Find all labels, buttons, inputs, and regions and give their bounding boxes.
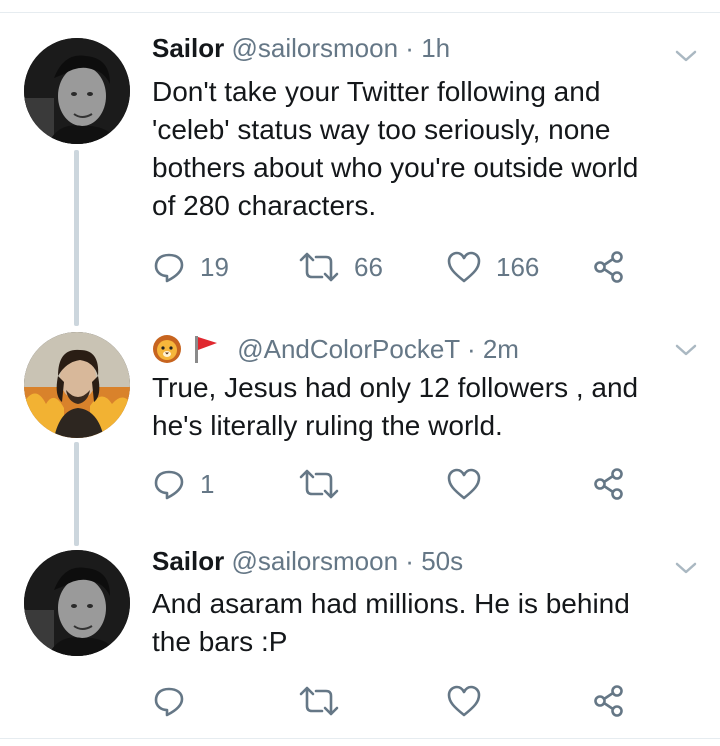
- timestamp[interactable]: 1h: [421, 33, 450, 63]
- timestamp[interactable]: 2m: [483, 334, 519, 364]
- heart-icon: [447, 468, 481, 500]
- like-button[interactable]: 166: [446, 247, 539, 287]
- retweet-icon: [299, 469, 339, 499]
- user-handle[interactable]: @AndColorPockeT: [237, 334, 459, 364]
- tweet-text-line: Don't take your Twitter following and: [152, 76, 601, 107]
- avatar[interactable]: [24, 550, 130, 656]
- reply-count: 19: [200, 251, 229, 282]
- top-divider: [0, 0, 720, 13]
- share-button[interactable]: [592, 681, 626, 721]
- like-button[interactable]: [446, 681, 496, 721]
- display-name[interactable]: Sailor: [152, 33, 224, 63]
- tweet-header: Sailor @sailorsmoon · 1h: [152, 33, 450, 64]
- tweet-text-line: 'celeb' status way too seriously, none: [152, 114, 611, 145]
- tweet-text-line: he's literally ruling the world.: [152, 410, 503, 441]
- avatar[interactable]: [24, 38, 130, 144]
- tweet-header: @AndColorPockeT · 2m: [152, 334, 519, 371]
- display-name[interactable]: Sailor: [152, 546, 224, 576]
- tweet-text: True, Jesus had only 12 followers , and …: [152, 369, 692, 445]
- reply-count: 1: [200, 468, 215, 499]
- tweet-text-line: the bars :P: [152, 626, 288, 657]
- tweet-text-line: bothers about who you're outside world: [152, 152, 639, 183]
- separator-dot: ·: [405, 546, 414, 576]
- avatar[interactable]: [24, 332, 130, 438]
- share-icon: [594, 251, 623, 283]
- share-button[interactable]: [592, 464, 626, 504]
- chevron-down-icon[interactable]: [672, 558, 700, 578]
- timestamp[interactable]: 50s: [421, 546, 463, 576]
- lion-face-icon: [152, 334, 182, 371]
- reply-icon: [154, 253, 184, 283]
- tweet-header: Sailor @sailorsmoon · 50s: [152, 546, 463, 577]
- like-count: 166: [496, 251, 540, 282]
- reply-button[interactable]: 1: [152, 464, 214, 504]
- retweet-icon: [299, 252, 339, 282]
- share-button[interactable]: [592, 247, 626, 287]
- heart-icon: [447, 251, 481, 283]
- share-icon: [594, 468, 623, 500]
- retweet-count: 66: [354, 251, 383, 282]
- retweet-icon: [299, 686, 339, 716]
- heart-icon: [447, 685, 481, 717]
- like-button[interactable]: [446, 464, 496, 504]
- reply-icon: [154, 470, 184, 500]
- bottom-divider: [0, 738, 720, 739]
- chevron-down-icon[interactable]: [672, 46, 700, 66]
- user-handle[interactable]: @sailorsmoon: [231, 33, 398, 63]
- reply-icon: [154, 687, 184, 717]
- separator-dot: ·: [405, 33, 414, 63]
- retweet-button[interactable]: [298, 464, 354, 504]
- reply-button[interactable]: 19: [152, 247, 229, 287]
- retweet-button[interactable]: 66: [298, 247, 383, 287]
- retweet-button[interactable]: [298, 681, 354, 721]
- user-handle[interactable]: @sailorsmoon: [231, 546, 398, 576]
- share-icon: [594, 685, 623, 717]
- tweet-text-line: True, Jesus had only 12 followers , and: [152, 372, 639, 403]
- tweet-text: And asaram had millions. He is behind th…: [152, 585, 692, 661]
- tweet-text-line: of 280 characters.: [152, 190, 377, 221]
- tweet-text: Don't take your Twitter following and 'c…: [152, 73, 692, 225]
- red-flag-icon: [192, 334, 220, 371]
- chevron-down-icon[interactable]: [672, 340, 700, 360]
- thread-connector: [74, 442, 79, 546]
- tweet-text-line: And asaram had millions. He is behind: [152, 588, 630, 619]
- reply-button[interactable]: [152, 681, 200, 721]
- thread-connector: [74, 150, 79, 326]
- separator-dot: ·: [466, 334, 476, 364]
